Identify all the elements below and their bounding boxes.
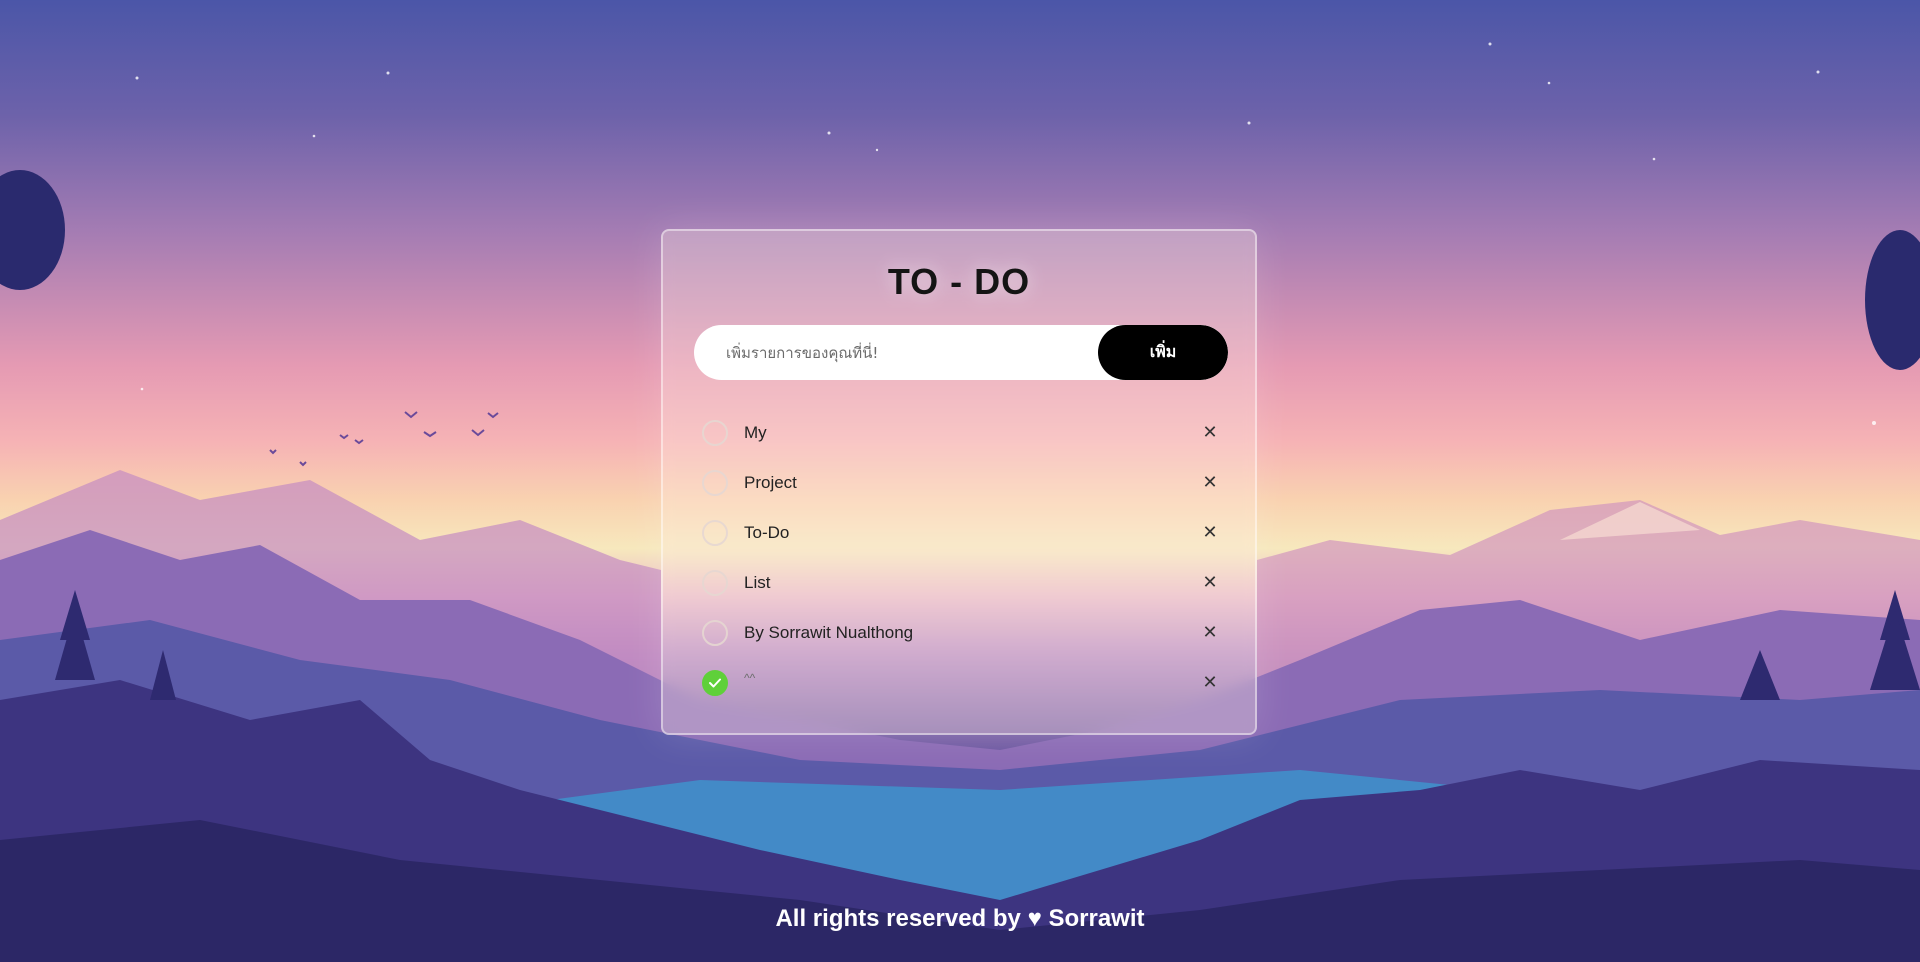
list-item[interactable]: To-Do ✕ bbox=[694, 508, 1228, 558]
app-title: TO - DO bbox=[887, 261, 1031, 302]
todo-card: TO - DO เพิ่ม My ✕ Project ✕ To-Do ✕ Lis… bbox=[661, 229, 1257, 735]
task-label: Project bbox=[744, 473, 797, 492]
task-label: To-Do bbox=[744, 523, 790, 542]
close-icon[interactable]: ✕ bbox=[1200, 572, 1220, 592]
list-item[interactable]: Project ✕ bbox=[694, 458, 1228, 508]
checkbox-icon[interactable] bbox=[702, 420, 728, 446]
close-icon[interactable]: ✕ bbox=[1200, 672, 1220, 692]
checkbox-icon[interactable] bbox=[702, 520, 728, 546]
add-button[interactable]: เพิ่ม bbox=[1098, 325, 1228, 380]
list-item[interactable]: List ✕ bbox=[694, 558, 1228, 608]
checkbox-icon[interactable] bbox=[702, 620, 728, 646]
task-input[interactable] bbox=[694, 325, 1094, 380]
task-label: My bbox=[744, 423, 767, 442]
task-label: ^^ bbox=[744, 671, 756, 685]
task-label: List bbox=[744, 573, 771, 592]
checkbox-icon[interactable] bbox=[702, 570, 728, 596]
add-task-form: เพิ่ม bbox=[694, 325, 1228, 380]
close-icon[interactable]: ✕ bbox=[1200, 622, 1220, 642]
footer-credit: All rights reserved by ♥ Sorrawit bbox=[775, 905, 1145, 932]
checkbox-icon[interactable] bbox=[702, 470, 728, 496]
close-icon[interactable]: ✕ bbox=[1200, 472, 1220, 492]
task-list: My ✕ Project ✕ To-Do ✕ List ✕ By Sorrawi… bbox=[694, 408, 1228, 708]
checkmark-icon bbox=[709, 678, 721, 688]
list-item[interactable]: By Sorrawit Nualthong ✕ bbox=[694, 608, 1228, 658]
close-icon[interactable]: ✕ bbox=[1200, 422, 1220, 442]
task-label: By Sorrawit Nualthong bbox=[744, 623, 914, 642]
list-item[interactable]: My ✕ bbox=[694, 408, 1228, 458]
checked-icon[interactable] bbox=[702, 670, 728, 696]
list-item[interactable]: ^^ ✕ bbox=[694, 658, 1228, 708]
close-icon[interactable]: ✕ bbox=[1200, 522, 1220, 542]
